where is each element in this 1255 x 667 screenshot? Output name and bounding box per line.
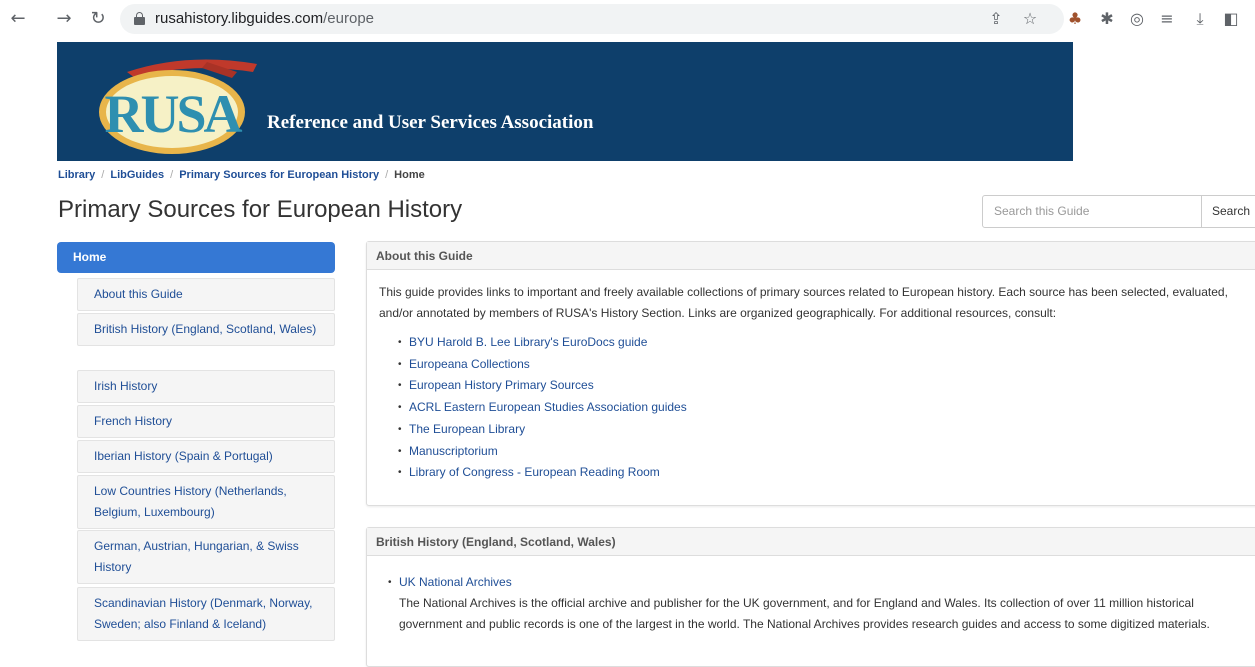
sidebar-item-home[interactable]: Home [57,242,335,273]
extension-owl-icon[interactable]: ♣ [1065,9,1085,29]
list-item[interactable]: The European Library [398,419,1253,441]
page-title: Primary Sources for European History [58,196,463,223]
list-item[interactable]: Manuscriptorium [398,441,1253,463]
resource-link[interactable]: The European Library [409,422,525,436]
url-text: rusahistory.libguides.com/europe [155,10,375,27]
list-item: UK National Archives The National Archiv… [388,572,1253,635]
list-item[interactable]: BYU Harold B. Lee Library's EuroDocs gui… [398,332,1253,354]
breadcrumb-current: Home [394,169,425,181]
extension-icon[interactable]: ◎ [1127,9,1147,29]
uk-national-archives-desc: The National Archives is the official ar… [399,596,1210,631]
about-guide-box: About this Guide This guide provides lin… [366,241,1255,506]
browser-toolbar: ← → ↻ rusahistory.libguides.com/europe ⇪… [0,0,1255,38]
resource-link[interactable]: ACRL Eastern European Studies Associatio… [409,400,687,414]
reading-list-icon[interactable]: ≡ [1157,9,1177,29]
sidebar-item-about[interactable]: About this Guide [77,278,335,311]
uk-national-archives-link[interactable]: UK National Archives [399,575,512,589]
list-item[interactable]: ACRL Eastern European Studies Associatio… [398,397,1253,419]
british-history-box: British History (England, Scotland, Wale… [366,527,1255,667]
sidebar-item-scandinavian[interactable]: Scandinavian History (Denmark, Norway, S… [77,587,335,641]
breadcrumb: Library / LibGuides / Primary Sources for … [58,169,425,181]
bookmark-star-icon[interactable]: ☆ [1020,9,1040,29]
resource-link[interactable]: European History Primary Sources [409,378,594,392]
sidebar-item-german[interactable]: German, Austrian, Hungarian, & Swiss His… [77,530,335,584]
search-button[interactable]: Search [1201,195,1255,228]
sidebar-item-irish[interactable]: Irish History [77,370,335,403]
back-arrow-icon[interactable]: ← [8,9,28,29]
breadcrumb-guide[interactable]: Primary Sources for European History [179,169,379,181]
side-panel-icon[interactable]: ◧ [1221,9,1241,29]
lock-icon [134,12,145,25]
british-history-heading: British History (England, Scotland, Wale… [367,528,1255,556]
forward-arrow-icon[interactable]: → [54,9,74,29]
extensions-puzzle-icon[interactable]: ✱ [1097,9,1117,29]
download-icon[interactable]: ⤓ [1190,9,1210,29]
resource-link[interactable]: Library of Congress - European Reading R… [409,465,660,479]
resource-link[interactable]: BYU Harold B. Lee Library's EuroDocs gui… [409,335,647,349]
sidebar-item-british[interactable]: British History (England, Scotland, Wale… [77,313,335,346]
list-item[interactable]: Europeana Collections [398,354,1253,376]
rusa-banner[interactable]: RUSA Reference and User Services Associa… [57,42,1073,161]
list-item[interactable]: Library of Congress - European Reading R… [398,462,1253,484]
sidebar-item-low-countries[interactable]: Low Countries History (Netherlands, Belg… [77,475,335,529]
resource-link[interactable]: Europeana Collections [409,357,530,371]
sidebar-item-french[interactable]: French History [77,405,335,438]
reload-icon[interactable]: ↻ [88,9,108,29]
resource-link-list: BYU Harold B. Lee Library's EuroDocs gui… [379,332,1253,484]
breadcrumb-libguides[interactable]: LibGuides [110,169,164,181]
search-input[interactable]: Search this Guide [982,195,1202,228]
resource-link[interactable]: Manuscriptorium [409,444,498,458]
list-item[interactable]: European History Primary Sources [398,375,1253,397]
about-guide-heading: About this Guide [367,242,1255,270]
svg-text:RUSA: RUSA [104,84,242,144]
address-bar[interactable]: rusahistory.libguides.com/europe ⇪ ☆ [120,4,1064,34]
sidebar-item-iberian[interactable]: Iberian History (Spain & Portugal) [77,440,335,473]
breadcrumb-library[interactable]: Library [58,169,95,181]
about-guide-intro: This guide provides links to important a… [379,285,1228,320]
rusa-logo-icon: RUSA [99,59,257,154]
org-name: Reference and User Services Association [267,112,594,133]
share-icon[interactable]: ⇪ [986,9,1006,29]
